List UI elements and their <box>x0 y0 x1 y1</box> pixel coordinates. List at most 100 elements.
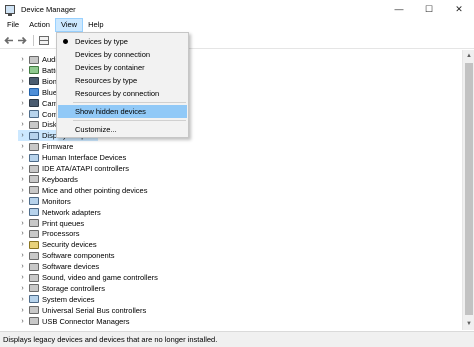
properties-grid-icon[interactable] <box>38 34 50 46</box>
tree-item-label: Monitors <box>42 196 71 206</box>
tree-item[interactable]: › Universal Serial Bus controllers <box>18 305 146 316</box>
expand-chevron-icon[interactable]: › <box>18 78 27 85</box>
tree-item-label: Print queues <box>42 218 85 228</box>
storage-icon <box>29 284 39 293</box>
tree-item[interactable]: › Print queues <box>18 218 84 229</box>
expand-chevron-icon[interactable]: › <box>18 285 27 292</box>
menu-item-label: Devices by container <box>75 63 145 72</box>
expand-chevron-icon[interactable]: › <box>18 263 27 270</box>
network-icon <box>29 208 39 217</box>
tree-item[interactable]: › Network adapters <box>18 207 101 218</box>
audio-icon <box>29 55 39 64</box>
expand-chevron-icon[interactable]: › <box>18 318 27 325</box>
expand-chevron-icon[interactable]: › <box>18 154 27 161</box>
scroll-up-arrow-icon[interactable]: ▲ <box>463 50 474 62</box>
window-title: Device Manager <box>21 4 76 14</box>
camera-icon <box>29 99 39 108</box>
tree-item-label: IDE ATA/ATAPI controllers <box>42 164 129 173</box>
toolbar-separator <box>33 34 34 46</box>
tree-item-label: Firmware <box>42 142 74 152</box>
firmware-icon <box>29 142 39 151</box>
tree-item[interactable]: › Software devices <box>18 261 99 272</box>
maximize-button[interactable]: ☐ <box>414 0 444 18</box>
tree-item-label: Software devices <box>42 262 100 272</box>
tree-item[interactable]: › Monitors <box>18 196 71 207</box>
expand-chevron-icon[interactable]: › <box>18 209 27 216</box>
menu-item-label: Resources by connection <box>75 89 160 98</box>
software-component-icon <box>29 251 39 260</box>
expand-chevron-icon[interactable]: › <box>18 100 27 107</box>
menu-item-resources-by-connection[interactable]: Resources by connection <box>58 87 187 100</box>
tree-item[interactable]: › IDE ATA/ATAPI controllers <box>18 163 129 174</box>
view-menu-dropdown: Devices by type Devices by connection De… <box>56 32 189 138</box>
scroll-down-arrow-icon[interactable]: ▼ <box>463 318 474 330</box>
expand-chevron-icon[interactable]: › <box>18 176 27 183</box>
tree-item-label: Storage controllers <box>42 283 105 293</box>
expand-chevron-icon[interactable]: › <box>18 121 27 128</box>
tree-item-label: Mice and other pointing devices <box>42 185 148 195</box>
menu-item-customize[interactable]: Customize... <box>58 123 187 136</box>
tree-item[interactable]: › USB Connector Managers <box>18 316 129 327</box>
expand-chevron-icon[interactable]: › <box>18 296 27 303</box>
close-button[interactable]: ✕ <box>444 0 474 18</box>
ide-icon <box>29 164 39 173</box>
expand-chevron-icon[interactable]: › <box>18 67 27 74</box>
tree-item-label: System devices <box>42 294 95 304</box>
expand-chevron-icon[interactable]: › <box>18 89 27 96</box>
system-icon <box>29 295 39 304</box>
keyboard-icon <box>29 175 39 184</box>
menu-file[interactable]: File <box>2 18 24 32</box>
menu-item-label: Resources by type <box>75 76 138 85</box>
tree-item[interactable]: › Storage controllers <box>18 283 105 294</box>
tree-item[interactable]: › System devices <box>18 294 95 305</box>
tree-item[interactable]: › Processors <box>18 228 80 239</box>
expand-chevron-icon[interactable]: › <box>18 230 27 237</box>
tree-item[interactable]: › Security devices <box>18 239 96 250</box>
expand-chevron-icon[interactable]: › <box>18 132 27 139</box>
tree-item-label: Processors <box>42 229 80 239</box>
tree-item[interactable]: › Sound, video and game controllers <box>18 272 158 283</box>
expand-chevron-icon[interactable]: › <box>18 187 27 194</box>
battery-icon <box>29 66 39 75</box>
usb-connector-icon <box>29 317 39 326</box>
title-bar: Device Manager — ☐ ✕ <box>0 0 474 18</box>
tree-item[interactable]: › Human Interface Devices <box>18 152 126 163</box>
tree-item[interactable]: › Mice and other pointing devices <box>18 185 147 196</box>
back-arrow-icon[interactable] <box>3 34 15 46</box>
hid-icon <box>29 153 39 162</box>
expand-chevron-icon[interactable]: › <box>18 198 27 205</box>
expand-chevron-icon[interactable]: › <box>18 56 27 63</box>
menu-item-resources-by-type[interactable]: Resources by type <box>58 74 187 87</box>
radio-bullet-icon <box>63 39 68 44</box>
expand-chevron-icon[interactable]: › <box>18 274 27 281</box>
processor-icon <box>29 229 39 238</box>
expand-chevron-icon[interactable]: › <box>18 220 27 227</box>
menu-help[interactable]: Help <box>83 18 108 32</box>
disk-icon <box>29 120 39 129</box>
minimize-button[interactable]: — <box>384 0 414 18</box>
expand-chevron-icon[interactable]: › <box>18 143 27 150</box>
expand-chevron-icon[interactable]: › <box>18 307 27 314</box>
expand-chevron-icon[interactable]: › <box>18 252 27 259</box>
tree-item-label: Sound, video and game controllers <box>42 273 158 282</box>
expand-chevron-icon[interactable]: › <box>18 111 27 118</box>
tree-item[interactable]: › Software components <box>18 250 114 261</box>
expand-chevron-icon[interactable]: › <box>18 241 27 248</box>
tree-item[interactable]: › Firmware <box>18 141 73 152</box>
expand-chevron-icon[interactable]: › <box>18 165 27 172</box>
bluetooth-icon <box>29 88 39 97</box>
menu-item-devices-by-container[interactable]: Devices by container <box>58 61 187 74</box>
tree-item[interactable]: › Keyboards <box>18 174 78 185</box>
tree-item-label: Network adapters <box>42 207 101 217</box>
menu-item-devices-by-type[interactable]: Devices by type <box>58 35 187 48</box>
forward-arrow-icon[interactable] <box>16 34 28 46</box>
menu-view[interactable]: View <box>54 18 84 32</box>
biometric-icon <box>29 77 39 86</box>
menu-item-label: Show hidden devices <box>75 107 146 116</box>
vertical-scrollbar[interactable]: ▲ ▼ <box>462 50 474 330</box>
menu-action[interactable]: Action <box>24 18 55 32</box>
scrollbar-thumb[interactable] <box>465 63 473 315</box>
menu-item-show-hidden-devices[interactable]: Show hidden devices <box>58 105 187 118</box>
menu-item-devices-by-connection[interactable]: Devices by connection <box>58 48 187 61</box>
display-icon <box>29 131 39 140</box>
